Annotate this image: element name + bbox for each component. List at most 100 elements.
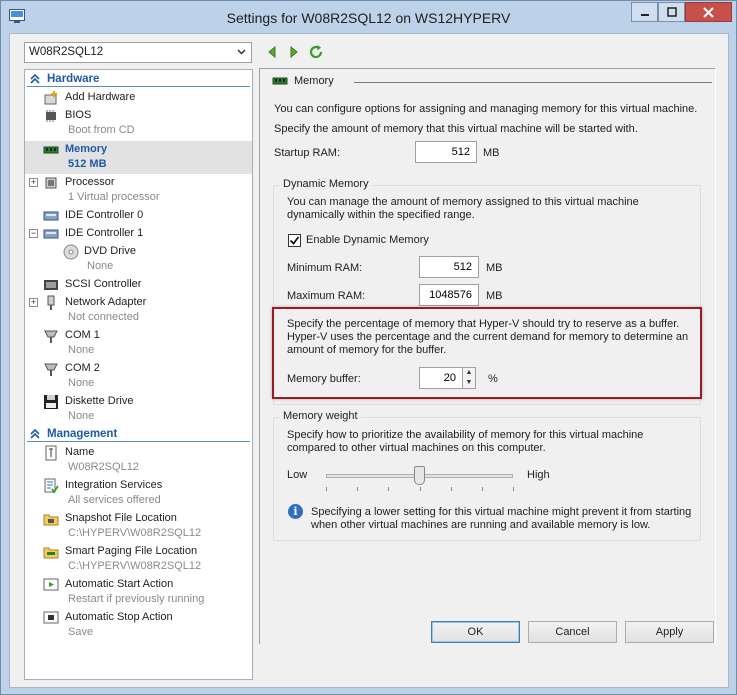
back-arrow-icon: [268, 45, 276, 59]
minimize-icon: [640, 14, 649, 16]
info-icon: i: [288, 504, 303, 519]
back-button[interactable]: [264, 44, 280, 60]
vm-selector-dropdown[interactable]: W08R2SQL12: [24, 42, 252, 63]
com-port-icon: [44, 330, 58, 343]
panel-title: Memory: [294, 75, 334, 87]
maximum-ram-unit: MB: [486, 290, 503, 302]
tree-item-integration-services[interactable]: Integration Services All services offere…: [25, 477, 252, 510]
slider-low-label: Low: [287, 469, 308, 481]
slider-high-label: High: [527, 469, 550, 481]
startup-ram-input[interactable]: [415, 141, 477, 163]
tree-item-scsi-controller[interactable]: SCSI Controller: [25, 276, 252, 293]
minimize-button[interactable]: [631, 2, 658, 22]
slider-tick: [481, 487, 483, 491]
tree-item-com-1[interactable]: COM 1 None: [25, 327, 252, 360]
slider-tick: [450, 487, 452, 491]
integration-services-icon: [44, 478, 59, 494]
expand-plus-icon[interactable]: +: [29, 178, 38, 187]
tree-item-ide-controller-1[interactable]: − IDE Controller 1: [25, 225, 252, 242]
chevron-down-icon: [237, 49, 246, 55]
management-section-header[interactable]: Management: [27, 427, 250, 442]
ok-button[interactable]: OK: [431, 621, 520, 643]
network-adapter-icon: [47, 295, 55, 310]
vm-selector-value: W08R2SQL12: [29, 46, 104, 58]
refresh-button[interactable]: [308, 44, 324, 60]
memory-weight-description: Specify how to prioritize the availabili…: [287, 429, 644, 454]
tree-item-ide-controller-0[interactable]: IDE Controller 0: [25, 207, 252, 224]
automatic-stop-icon: [43, 611, 59, 624]
tree-item-diskette-drive[interactable]: Diskette Drive None: [25, 393, 252, 426]
tree-item-com-2[interactable]: COM 2 None: [25, 360, 252, 393]
memory-weight-slider-thumb[interactable]: [413, 466, 425, 485]
dvd-disc-icon: [63, 244, 79, 260]
forward-button[interactable]: [286, 44, 302, 60]
collapse-minus-icon[interactable]: −: [29, 229, 38, 238]
enable-dynamic-memory-label[interactable]: Enable Dynamic Memory: [306, 234, 429, 247]
memory-buffer-label: Memory buffer:: [287, 373, 361, 385]
apply-button[interactable]: Apply: [625, 621, 714, 643]
minimum-ram-label: Minimum RAM:: [287, 262, 363, 274]
slider-tick: [419, 487, 421, 491]
management-section-label: Management: [47, 428, 118, 440]
maximize-icon: [666, 7, 677, 17]
minimum-ram-input[interactable]: [419, 256, 479, 278]
collapse-chevron-icon: [30, 428, 40, 439]
memory-module-icon: [272, 77, 288, 85]
slider-tick: [513, 487, 514, 491]
add-hardware-icon: [44, 91, 57, 105]
smart-paging-folder-icon: [43, 547, 59, 559]
maximize-button[interactable]: [658, 2, 685, 22]
tree-item-memory[interactable]: Memory 512 MB: [25, 141, 252, 174]
tree-item-bios[interactable]: BIOS Boot from CD: [25, 107, 252, 140]
enable-dynamic-memory-checkbox[interactable]: [288, 234, 301, 247]
tree-item-automatic-start-action[interactable]: Automatic Start Action Restart if previo…: [25, 576, 252, 609]
tree-item-add-hardware[interactable]: Add Hardware: [25, 89, 252, 106]
memory-buffer-description: Specify the percentage of memory that Hy…: [287, 318, 689, 356]
navigation-toolbar: [264, 44, 324, 60]
memory-module-icon: [43, 146, 59, 154]
memory-weight-info-text: Specifying a lower setting for this virt…: [311, 506, 692, 531]
expand-plus-icon[interactable]: +: [29, 298, 38, 307]
tree-item-processor[interactable]: + Processor 1 Virtual processor: [25, 174, 252, 207]
slider-tick: [326, 487, 327, 491]
tree-item-name[interactable]: Name W08R2SQL12: [25, 444, 252, 477]
title-bar: Settings for W08R2SQL12 on WS12HYPERV: [1, 1, 736, 33]
hardware-section-header[interactable]: Hardware: [27, 72, 250, 87]
dynamic-memory-title: Dynamic Memory: [280, 178, 372, 190]
ide-controller-icon: [43, 229, 59, 239]
spin-down-icon[interactable]: ▼: [463, 378, 475, 388]
memory-buffer-input[interactable]: [419, 367, 463, 389]
com-port-icon: [44, 363, 58, 376]
maximum-ram-label: Maximum RAM:: [287, 290, 366, 302]
slider-tick: [357, 487, 359, 491]
tree-item-automatic-stop-action[interactable]: Automatic Stop Action Save: [25, 609, 252, 642]
slider-tick: [388, 487, 390, 491]
divider: [354, 82, 712, 83]
tree-item-snapshot-file-location[interactable]: Snapshot File Location C:\HYPERV\W08R2SQ…: [25, 510, 252, 543]
name-document-icon: [45, 445, 57, 461]
checkmark-icon: [289, 236, 300, 245]
memory-weight-title: Memory weight: [280, 410, 361, 422]
ide-controller-icon: [43, 211, 59, 221]
refresh-icon: [309, 45, 323, 59]
tree-item-network-adapter[interactable]: + Network Adapter Not connected: [25, 294, 252, 327]
cancel-button[interactable]: Cancel: [528, 621, 617, 643]
tree-item-dvd-drive[interactable]: DVD Drive None: [25, 243, 252, 276]
memory-buffer-unit: %: [488, 373, 498, 385]
settings-window: Settings for W08R2SQL12 on WS12HYPERV W0…: [0, 0, 737, 695]
close-icon: [703, 6, 714, 18]
snapshot-folder-icon: [43, 514, 59, 526]
forward-arrow-icon: [290, 45, 298, 59]
startup-intro-text: Specify the amount of memory that this v…: [274, 123, 638, 135]
close-button[interactable]: [685, 2, 732, 22]
scsi-controller-icon: [44, 280, 58, 290]
collapse-chevron-icon: [30, 73, 40, 84]
settings-tree: Hardware Add Hardware BIOS Boot from CD …: [24, 69, 253, 680]
memory-buffer-spinner[interactable]: ▲ ▼: [462, 367, 476, 389]
startup-ram-label: Startup RAM:: [274, 147, 341, 159]
dynamic-memory-description: You can manage the amount of memory assi…: [287, 196, 639, 221]
maximum-ram-input[interactable]: [419, 284, 479, 306]
startup-ram-unit: MB: [483, 147, 500, 159]
tree-item-smart-paging-file-location[interactable]: Smart Paging File Location C:\HYPERV\W08…: [25, 543, 252, 576]
spin-up-icon[interactable]: ▲: [463, 368, 475, 378]
